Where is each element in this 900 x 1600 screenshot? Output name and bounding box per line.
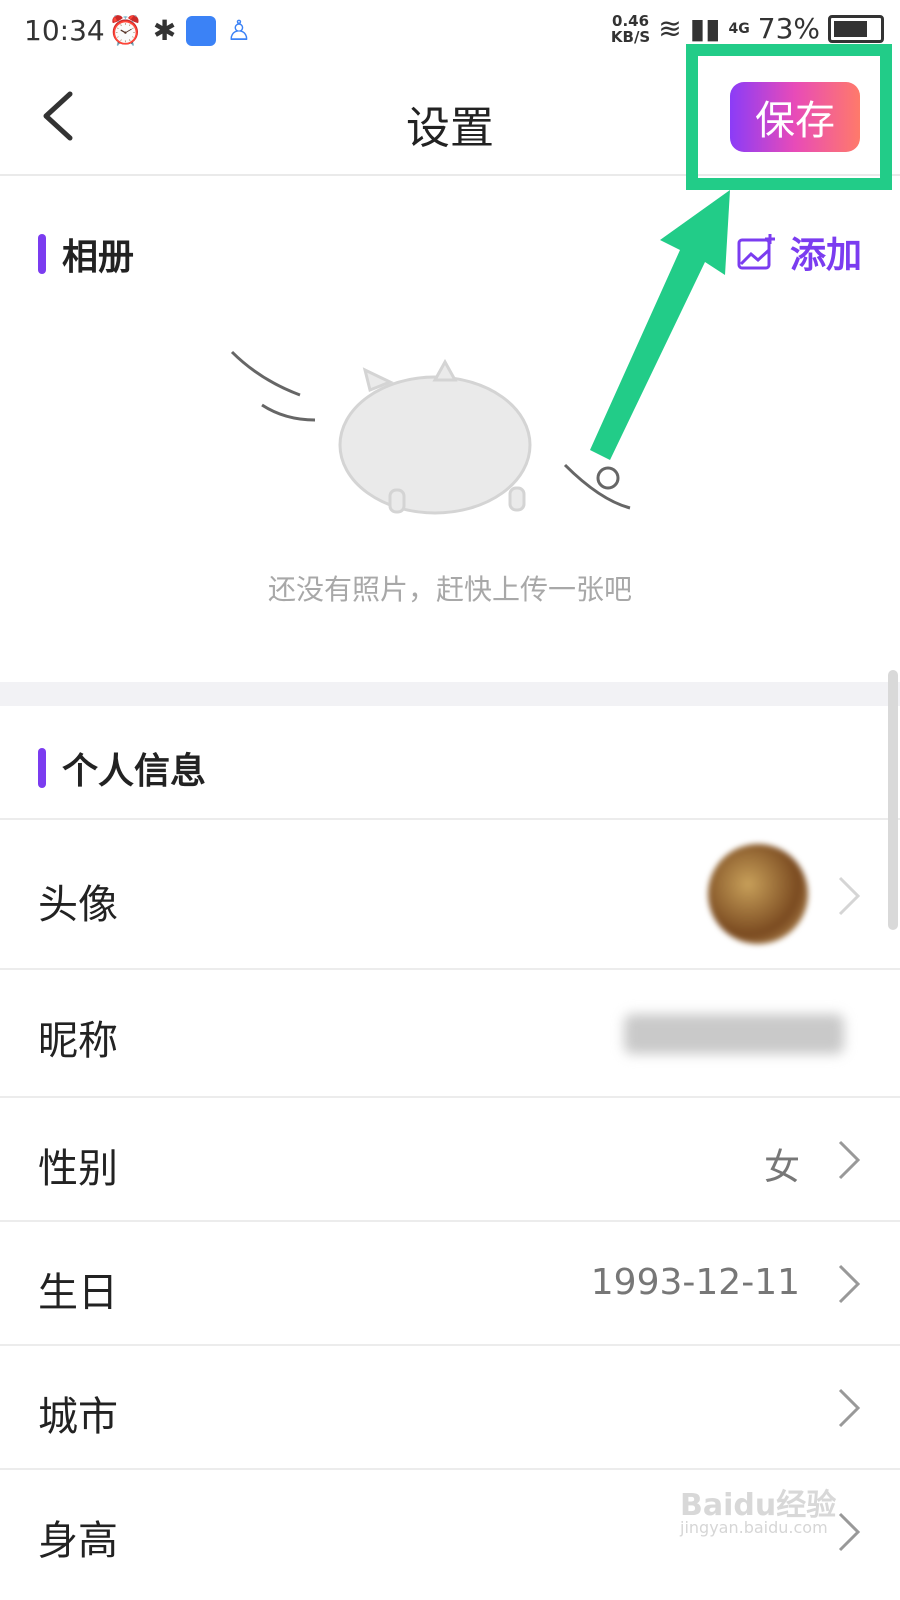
chevron-right-icon xyxy=(838,1140,861,1180)
bluetooth-icon: ✱ xyxy=(152,14,177,47)
chevron-right-icon xyxy=(838,1264,861,1304)
avatar xyxy=(708,844,808,944)
chevron-right-icon xyxy=(838,1388,861,1428)
battery-percent: 73% xyxy=(757,12,820,45)
row-label: 性别 xyxy=(38,1146,118,1192)
watermark-url: jingyan.baidu.com xyxy=(680,1518,828,1537)
city-row[interactable]: 城市 xyxy=(0,1344,900,1468)
chevron-right-icon xyxy=(838,876,861,916)
scrollbar[interactable] xyxy=(888,670,898,930)
status-time: 10:34 xyxy=(24,14,105,47)
nickname-value-blurred xyxy=(624,1014,844,1054)
signal-icon: ▮▮ xyxy=(689,12,721,45)
add-image-icon xyxy=(737,234,775,270)
gender-row[interactable]: 性别 女 xyxy=(0,1096,900,1220)
album-header: 相册 xyxy=(38,228,134,280)
empty-album-text: 还没有照片，赶快上传一张吧 xyxy=(267,573,632,606)
row-value: 1993-12-11 xyxy=(590,1262,800,1303)
avatar-row[interactable]: 头像 xyxy=(0,818,900,968)
row-label: 头像 xyxy=(38,882,118,928)
row-label: 身高 xyxy=(38,1518,118,1564)
nickname-row[interactable]: 昵称 xyxy=(0,968,900,1096)
album-title: 相册 xyxy=(62,237,135,278)
qq-icon: ♙ xyxy=(226,14,252,47)
birthday-row[interactable]: 生日 1993-12-11 xyxy=(0,1220,900,1344)
network-speed-unit: KB/S xyxy=(610,27,651,46)
highlight-annotation xyxy=(686,44,892,190)
status-icons-right: 0.46 KB/S ≋ ▮▮ 4G 73% xyxy=(611,12,884,45)
section-divider xyxy=(0,682,900,706)
empty-hamster-illustration xyxy=(230,350,631,515)
row-value: 女 xyxy=(763,1147,800,1188)
network-type: 4G xyxy=(728,20,750,37)
row-label: 生日 xyxy=(38,1270,118,1316)
battery-icon xyxy=(828,14,884,43)
shield-icon xyxy=(186,15,217,46)
add-photo-label: 添加 xyxy=(790,235,863,276)
personal-info-title: 个人信息 xyxy=(62,751,207,792)
alarm-icon: ⏰ xyxy=(108,14,143,47)
wifi-icon: ≋ xyxy=(658,12,682,45)
add-photo-button[interactable]: 添加 xyxy=(736,226,862,278)
network-speed: 0.46 KB/S xyxy=(611,13,650,45)
row-label: 城市 xyxy=(38,1394,118,1440)
personal-info-header: 个人信息 xyxy=(38,742,206,794)
status-icons-left: ⏰ ✱ ♙ xyxy=(108,14,251,47)
chevron-right-icon xyxy=(838,1512,861,1552)
row-label: 昵称 xyxy=(38,1018,118,1064)
section-accent-bar xyxy=(38,748,46,788)
section-accent-bar xyxy=(38,234,46,274)
